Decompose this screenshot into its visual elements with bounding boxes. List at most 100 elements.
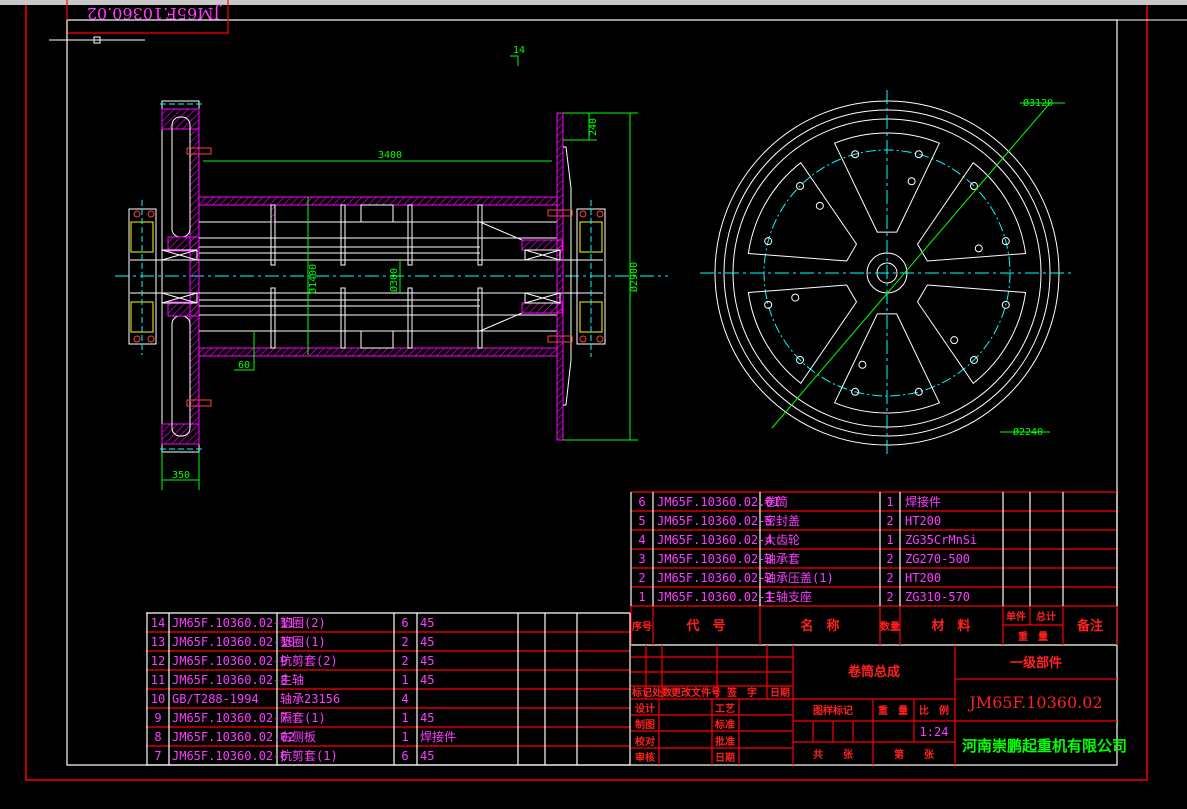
standard-label: 标准 [714,718,735,731]
part-number: 3 [638,552,645,566]
header-qty: 数量 [880,620,900,633]
rev-sign-label: 签 字 [726,686,757,699]
spoke-window [916,161,1027,262]
draw-label: 制图 [635,718,655,731]
part-qty: 1 [401,673,408,687]
spoke-window [916,284,1027,385]
dim-gear-width: 350 [172,470,190,481]
part-name: 抗剪套(1) [280,748,338,763]
part-code: JM65F.10360.02-6 [172,749,288,763]
part-code: GB/T288-1994 [172,692,259,706]
part-code: JM65F.10360.02-11 [172,616,295,630]
right-bearing-support [576,200,606,357]
dim-flange-height: 240 [588,118,599,136]
total-sheets-label: 共 张 [813,748,854,761]
part-material: 焊接件 [905,494,941,509]
part-name: 卷筒 [764,494,788,509]
part-code: JM65F.10360.02-9 [172,654,288,668]
part-code: JM65F.10360.02-3 [657,552,773,566]
part-number: 9 [154,711,161,725]
part-material: ZG310-570 [905,590,970,604]
part-qty: 2 [886,552,893,566]
header-total: 总计 [1036,610,1056,623]
part-number: 14 [151,616,165,630]
header-no: 序号 [632,620,652,633]
part-material: HT200 [905,571,941,585]
sheet-label: 第 张 [894,748,935,761]
part-material: 45 [420,749,434,763]
dim-bolt-circle: Ø2240 [1013,426,1043,438]
part-level: 一级部件 [1010,655,1062,671]
part-qty: 2 [401,654,408,668]
process-label: 工艺 [715,702,735,715]
dim-text-14: 14 [513,45,525,56]
part-number: 4 [638,533,645,547]
header-remark: 备注 [1076,618,1103,634]
part-name: 密封盖 [764,513,800,528]
part-code: JM65F.10360.02.02 [172,730,295,744]
part-number: 2 [638,571,645,585]
bolt-hole [914,387,923,396]
drawing-number: JM65F.10360.02 [967,693,1102,712]
part-code: JM65F.10360.02-5 [657,514,773,528]
design-label: 设计 [635,702,655,715]
part-number: 1 [638,590,645,604]
bolt-hole [858,360,867,369]
part-name: 右侧板 [280,729,316,744]
part-number: 13 [151,635,165,649]
dim-outer-diameter: Ø3120 [1023,97,1053,109]
part-name: 垫圈(1) [280,634,326,649]
cad-drawing-canvas[interactable]: JM65F.10360.02 14 3400 240 Ø2900 Ø1400 Ø… [0,0,1187,809]
approve-label: 批准 [715,735,735,748]
proof-label: 校对 [635,735,655,748]
part-qty: 1 [401,711,408,725]
dim-wall: 60 [238,360,250,371]
bolt-hole [764,300,773,309]
part-number: 5 [638,514,645,528]
dimension-top-mark: 14 [510,45,525,66]
part-code: JM65F.10360.02-7 [172,711,288,725]
drawing-name: 卷筒总成 [848,664,900,680]
part-number: 12 [151,654,165,668]
part-name: 轴承压盖(1) [764,570,834,585]
bolt-hole [791,293,800,302]
part-material: ZG35CrMnSi [905,533,977,547]
part-number: 11 [151,673,165,687]
bolt-hole [907,177,916,186]
scale-label: 比 例 [919,704,949,717]
section-dimensions [161,112,638,490]
rev-doc-label: 更改文件号 [671,686,721,699]
part-name: 大齿轮 [764,533,800,547]
bolt-hole [974,244,983,253]
part-number: 7 [154,749,161,763]
weight-label: 重 量 [878,704,908,717]
part-code: JM65F.10360.02-4 [657,533,773,547]
crosshair-cursor [49,20,145,60]
part-qty: 2 [886,514,893,528]
header-weight: 重 量 [1018,630,1048,643]
dim-length: 3400 [378,150,402,161]
header-name: 名 称 [800,618,839,634]
header-unit: 单件 [1006,610,1026,623]
part-number: 6 [638,495,645,509]
part-qty: 6 [401,749,408,763]
spoke-window [747,161,858,262]
part-name: 隔套(1) [280,711,326,725]
part-qty: 6 [401,616,408,630]
part-code: JM65F.10360.02-8 [172,673,288,687]
part-qty: 1 [886,533,893,547]
bolt-hole [950,336,959,345]
part-qty: 1 [401,730,408,744]
drum-end-view [700,90,1075,458]
header-material: 材 料 [931,618,970,634]
part-qty: 2 [886,571,893,585]
part-code: JM65F.10360.02.01 [657,495,780,509]
bolt-hole [815,201,824,210]
date-label: 日期 [715,751,735,764]
part-number: 10 [151,692,165,706]
header-code: 代 号 [685,618,725,634]
part-material: HT200 [905,514,941,528]
mirrored-title-text: JM65F.10360.02 [87,4,222,23]
part-material: 45 [420,616,434,630]
bolt-hole [914,150,923,159]
